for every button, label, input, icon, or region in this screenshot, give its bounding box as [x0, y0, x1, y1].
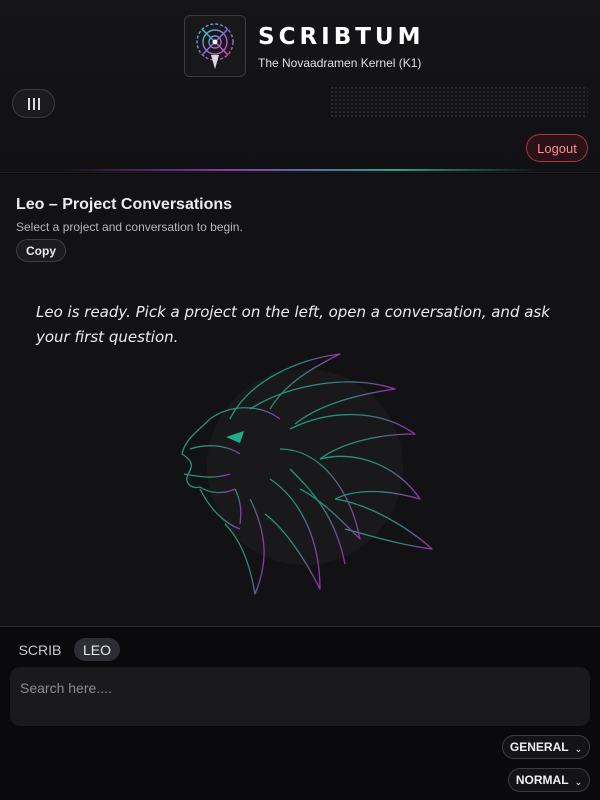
mode-select-value: NORMAL [515, 773, 569, 787]
brand-logo [184, 15, 246, 77]
mode-select[interactable]: NORMAL ⌄ [508, 768, 590, 792]
scope-select-value: GENERAL [509, 740, 569, 754]
copy-button[interactable]: Copy [16, 239, 66, 262]
scope-select[interactable]: GENERAL ⌄ [502, 735, 590, 759]
tab-leo[interactable]: LEO [74, 638, 120, 661]
ready-message: Leo is ready. Pick a project on the left… [36, 303, 550, 346]
app-header: SCRIBTUM The Novaadramen Kernel (K1) Log… [0, 0, 600, 173]
logout-button[interactable]: Logout [526, 134, 588, 162]
mandala-pen-icon [196, 23, 234, 69]
dot-matrix-display [330, 86, 588, 118]
header-accent-divider [60, 169, 540, 171]
search-input[interactable] [10, 667, 590, 726]
brand-title: SCRIBTUM [258, 24, 425, 50]
menu-toggle-button[interactable] [12, 89, 55, 118]
tab-scrib[interactable]: SCRIB [14, 638, 66, 661]
page-title: Leo – Project Conversations [16, 196, 233, 213]
conversation-panel: Leo – Project Conversations Select a pro… [0, 174, 600, 626]
composer-area: SCRIB LEO GENERAL ⌄ NORMAL ⌄ [0, 626, 600, 800]
brand-subtitle: The Novaadramen Kernel (K1) [258, 56, 422, 70]
lion-watermark-icon [181, 353, 433, 595]
chevron-down-icon: ⌄ [574, 743, 583, 754]
menu-icon [27, 97, 30, 110]
chevron-down-icon: ⌄ [574, 776, 583, 787]
page-subtitle: Select a project and conversation to beg… [16, 220, 243, 234]
